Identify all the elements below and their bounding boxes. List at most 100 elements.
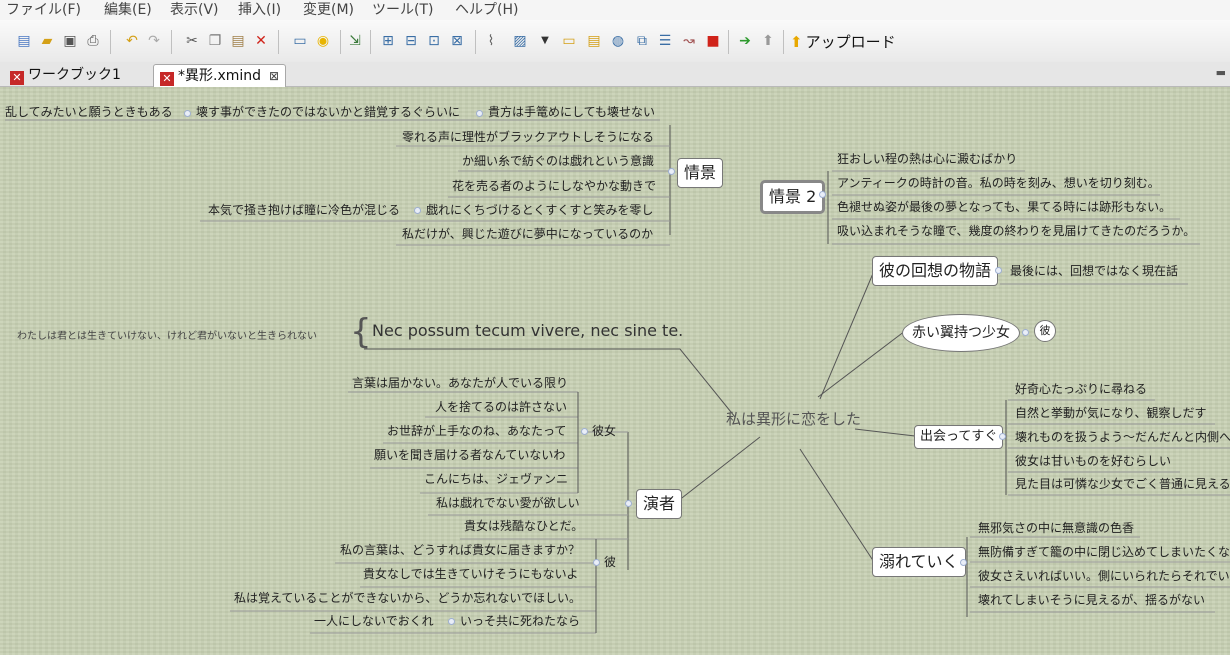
marker-icon[interactable]: ■ (705, 33, 721, 49)
hyperlink-globe-icon[interactable]: ◍ (610, 33, 626, 49)
save-icon[interactable]: ▣ (62, 33, 78, 49)
delete-icon[interactable]: ✕ (253, 33, 269, 49)
drown-item[interactable]: 彼女さえいればいい。側にいられたらそれでいい (978, 569, 1230, 584)
menu-modify[interactable]: 変更(M) (303, 0, 354, 20)
topic-red-winged-girl[interactable]: 赤い翼持つ少女 (902, 314, 1020, 352)
drown-item[interactable]: 無防備すぎて籠の中に閉じ込めてしまいたくなる (978, 545, 1230, 560)
story-item[interactable]: 最後には、回想ではなく現在話 (1010, 264, 1178, 279)
note-icon[interactable]: ▤ (586, 33, 602, 49)
scene2-item[interactable]: 吸い込まれそうな瞳で、幾度の終わりを見届けてきたのだろうか。 (837, 224, 1195, 239)
attachment-icon[interactable]: ⌇ (483, 33, 499, 49)
collapse-handle[interactable] (1022, 329, 1029, 336)
menu-view[interactable]: 表示(V) (170, 0, 219, 20)
collapse-handle[interactable] (414, 207, 421, 214)
topic-him[interactable]: 彼 (1034, 320, 1056, 342)
drown-item[interactable]: 無邪気さの中に無意識の色香 (978, 521, 1134, 536)
copy-icon[interactable]: ❐ (207, 33, 223, 49)
insert-subtopic-icon[interactable]: ⊟ (403, 33, 419, 49)
latin-note[interactable]: わたしは君とは生きていけない、けれど君がいないと生きられない (17, 327, 317, 342)
topic-row-c[interactable]: 貴方は手篭めにしても壊せない (488, 105, 655, 120)
topic-actor[interactable]: 演者 (636, 489, 683, 519)
collapse-handle[interactable] (593, 559, 600, 566)
she-item[interactable]: 言葉は届かない。あなたが人でいる限り (352, 376, 568, 391)
undo-icon[interactable]: ↶ (124, 33, 140, 49)
scene-item[interactable]: か細い糸で紡ぐのは戯れという意識 (462, 154, 654, 169)
collapse-handle[interactable] (476, 110, 483, 117)
scene2-item[interactable]: アンティークの時計の音。私の時を刻み、想いを切り刻む。 (837, 176, 1160, 191)
scene-item[interactable]: 零れる声に理性がブラックアウトしそうになる (402, 130, 654, 145)
menu-insert[interactable]: 挿入(I) (238, 0, 281, 20)
print-icon[interactable]: ⎙ (85, 33, 101, 49)
he-item[interactable]: 一人にしないでおくれ (314, 614, 434, 629)
paste-icon[interactable]: ▤ (230, 33, 246, 49)
menu-tools[interactable]: ツール(T) (372, 0, 433, 20)
collapse-handle[interactable] (625, 500, 632, 507)
topic-story[interactable]: 彼の回想の物語 (872, 256, 999, 286)
she-item[interactable]: 人を捨てるのは許さない (435, 400, 567, 415)
he-item[interactable]: 私は戯れでない愛が欲しい (436, 496, 580, 511)
scene-item[interactable]: 戯れにくちづけるとくすくすと笑みを零し (426, 203, 653, 218)
he-item[interactable]: 私は覚えていることができないから、どうか忘れないでほしい。 (234, 591, 581, 606)
new-icon[interactable]: ▤ (16, 33, 32, 49)
close-tab-icon[interactable]: ⊠ (269, 69, 279, 83)
relationship-icon[interactable]: ↝ (681, 33, 697, 49)
collapse-handle[interactable] (960, 559, 967, 566)
collapse-handle[interactable] (448, 618, 455, 625)
collapse-handle[interactable] (999, 433, 1006, 440)
collapse-handle[interactable] (581, 428, 588, 435)
she-item[interactable]: お世辞が上手なのね、あなたって (387, 424, 566, 439)
collapse-handle[interactable] (995, 267, 1002, 274)
central-topic[interactable]: 私は異形に恋をした (726, 408, 861, 429)
scene2-item[interactable]: 色褪せぬ姿が最後の夢となっても、果てる時には跡形もない。 (837, 200, 1171, 215)
boundary-icon[interactable]: ▭ (561, 33, 577, 49)
topic-row-a[interactable]: 乱してみたいと願うときもある (5, 105, 173, 120)
arrow-down-icon[interactable]: ➔ (737, 33, 753, 49)
he-item-extra[interactable]: いっそ共に死ねたなら (460, 614, 580, 629)
export-icon[interactable]: ⇲ (347, 33, 363, 49)
redo-icon[interactable]: ↷ (146, 33, 162, 49)
scene-item[interactable]: 私だけが、興じた遊びに夢中になっているのか (402, 227, 653, 242)
insert-parent-topic-icon[interactable]: ⊠ (449, 33, 465, 49)
arrow-up-icon[interactable]: ⬆ (760, 33, 776, 49)
topic-latin[interactable]: Nec possum tecum vivere, nec sine te. (372, 321, 683, 340)
meet-item[interactable]: 壊れものを扱うよう～だんだんと内側へ (1015, 430, 1230, 445)
menu-edit[interactable]: 編集(E) (104, 0, 152, 20)
topic-scene[interactable]: 情景 (677, 158, 724, 188)
she-topic[interactable]: 彼女 (592, 424, 616, 439)
upload-button[interactable]: ⬆ アップロード (790, 31, 896, 53)
lightbulb-icon[interactable]: ◉ (315, 33, 331, 49)
he-item[interactable]: 貴女は残酷なひとだ。 (464, 519, 583, 534)
cut-icon[interactable]: ✂ (184, 33, 200, 49)
list-icon[interactable]: ☰ (657, 33, 673, 49)
he-item[interactable]: 貴女なしでは生きていけそうにもないよ (363, 567, 578, 582)
scene-item[interactable]: 花を売る者のようにしなやかな動きで (452, 179, 656, 194)
meet-item[interactable]: 見た目は可憐な少女でごく普通に見える (1015, 477, 1230, 492)
open-folder-icon[interactable]: ▰ (39, 33, 55, 49)
dropdown-arrow-icon[interactable]: ▼ (537, 33, 553, 49)
scene-item-extra[interactable]: 本気で掻き抱けば瞳に冷色が混じる (208, 203, 400, 218)
insert-topic-before-icon[interactable]: ⊡ (426, 33, 442, 49)
drown-item[interactable]: 壊れてしまいそうに見えるが、揺るがない (978, 593, 1205, 608)
tab-workbook1[interactable]: ✕ ワークブック1 (6, 64, 125, 86)
menu-help[interactable]: ヘルプ(H) (455, 0, 518, 20)
she-item[interactable]: こんにちは、ジェヴァンニ (424, 472, 568, 487)
collapse-handle[interactable] (184, 110, 191, 117)
scene2-item[interactable]: 狂おしい程の熱は心に澱むばかり (837, 152, 1017, 167)
topic-row-b[interactable]: 壊す事ができたのではないかと錯覚するぐらいに (196, 105, 460, 120)
summary-icon[interactable]: ⧉ (634, 33, 650, 49)
she-item[interactable]: 願いを聞き届ける者なんていないわ (374, 448, 565, 463)
meet-item[interactable]: 好奇心たっぷりに尋ねる (1015, 382, 1147, 397)
collapse-handle[interactable] (668, 168, 675, 175)
meet-item[interactable]: 彼女は甘いものを好むらしい (1015, 454, 1171, 469)
topic-meet[interactable]: 出会ってすぐ (914, 425, 1004, 449)
meet-item[interactable]: 自然と挙動が気になり、観察しだす (1015, 406, 1207, 421)
menu-file[interactable]: ファイル(F) (6, 0, 81, 20)
topic-drowning[interactable]: 溺れていく (872, 547, 966, 577)
he-topic[interactable]: 彼 (604, 555, 616, 570)
topic-scene-2[interactable]: 情景 2 (760, 180, 826, 214)
mindmap-canvas[interactable]: 乱してみたいと願うときもある 壊す事ができたのではないかと錯覚するぐらいに 貴方… (0, 87, 1230, 655)
minimize-icon[interactable]: ▬ (1216, 66, 1226, 79)
presentation-icon[interactable]: ▭ (292, 33, 308, 49)
collapse-handle[interactable] (819, 191, 826, 198)
tab-igyou-xmind[interactable]: ✕ *異形.xmind ⊠ (153, 64, 287, 87)
